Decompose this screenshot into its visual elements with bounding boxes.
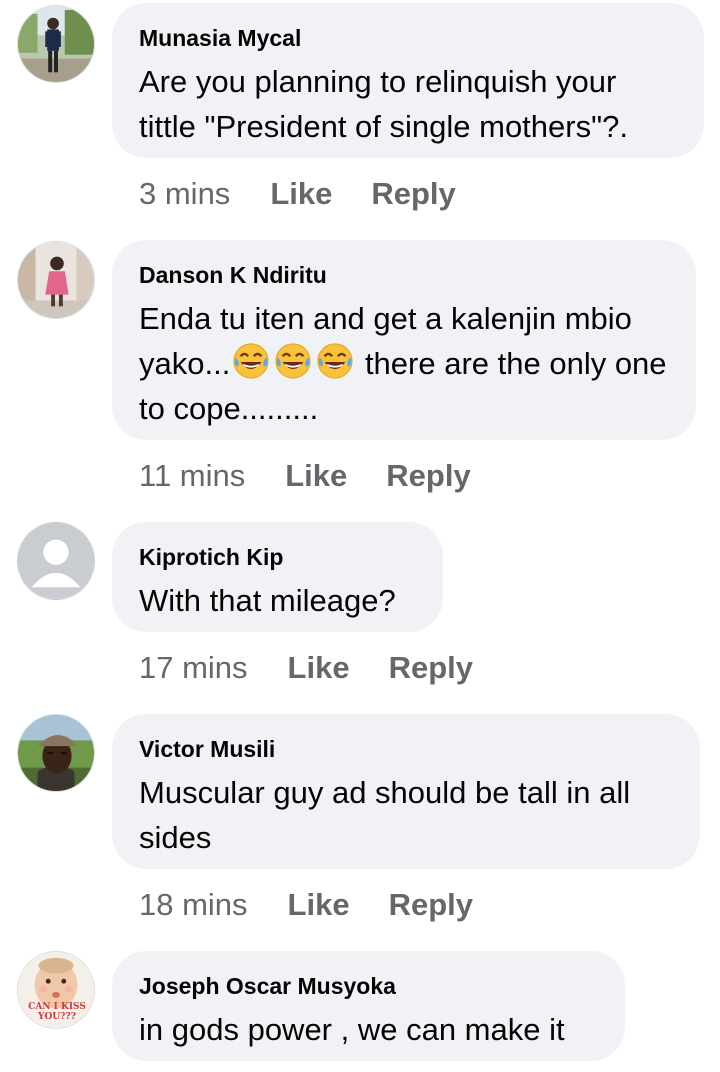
comment-actions: 17 mins Like Reply (139, 648, 473, 688)
like-button[interactable]: Like (270, 174, 332, 214)
comment-actions: 18 mins Like Reply (139, 885, 473, 925)
comment-text: Are you planning to relinquish your titt… (139, 64, 628, 144)
reply-button[interactable]: Reply (389, 648, 473, 688)
like-button[interactable]: Like (288, 648, 350, 688)
comment-text: Muscular guy ad should be tall in all si… (139, 775, 631, 855)
face-with-tears-of-joy-icon (316, 342, 354, 380)
like-button[interactable]: Like (288, 885, 350, 925)
timestamp[interactable]: 17 mins (139, 648, 248, 688)
comment-bubble: Munasia Mycal Are you planning to relinq… (112, 3, 704, 158)
comment-actions: 11 mins Like Reply (139, 456, 471, 496)
child-in-pink-avatar-icon (18, 242, 94, 318)
timestamp[interactable]: 11 mins (139, 456, 245, 496)
comment-text: With that mileage? (139, 583, 396, 618)
face-with-tears-of-joy-icon (232, 342, 270, 380)
man-with-cap-avatar-icon (18, 715, 94, 791)
comment-author[interactable]: Munasia Mycal (139, 25, 678, 51)
avatar[interactable]: CAN I KISS YOU??? (17, 951, 95, 1029)
comment-bubble: Victor Musili Muscular guy ad should be … (112, 714, 700, 869)
face-with-tears-of-joy-icon (274, 342, 312, 380)
comment-bubble: Joseph Oscar Musyoka in gods power , we … (112, 951, 625, 1061)
reply-button[interactable]: Reply (371, 174, 455, 214)
like-button[interactable]: Like (285, 456, 347, 496)
timestamp[interactable]: 3 mins (139, 174, 230, 214)
comment-author[interactable]: Victor Musili (139, 736, 674, 762)
comment-actions: 3 mins Like Reply (139, 174, 456, 214)
comment-bubble: Kiprotich Kip With that mileage? (112, 522, 443, 632)
default-profile-avatar-icon (18, 523, 94, 599)
comment-author[interactable]: Kiprotich Kip (139, 544, 417, 570)
comment-text: Enda tu iten and get a kalenjin mbio yak… (139, 296, 670, 431)
avatar[interactable] (17, 714, 95, 792)
reply-button[interactable]: Reply (386, 456, 470, 496)
reply-button[interactable]: Reply (389, 885, 473, 925)
avatar[interactable] (17, 522, 95, 600)
comment-author[interactable]: Joseph Oscar Musyoka (139, 973, 599, 999)
avatar[interactable] (17, 241, 95, 319)
comment-author[interactable]: Danson K Ndiritu (139, 262, 670, 288)
comment-text: in gods power , we can make it (139, 1012, 565, 1047)
comment-bubble: Danson K Ndiritu Enda tu iten and get a … (112, 240, 696, 440)
avatar[interactable] (17, 5, 95, 83)
person-standing-outdoors-avatar-icon (18, 6, 94, 82)
avatar-caption: CAN I KISS YOU??? (28, 1002, 86, 1022)
comment-thread: Munasia Mycal Are you planning to relinq… (0, 0, 720, 1072)
timestamp[interactable]: 18 mins (139, 885, 248, 925)
